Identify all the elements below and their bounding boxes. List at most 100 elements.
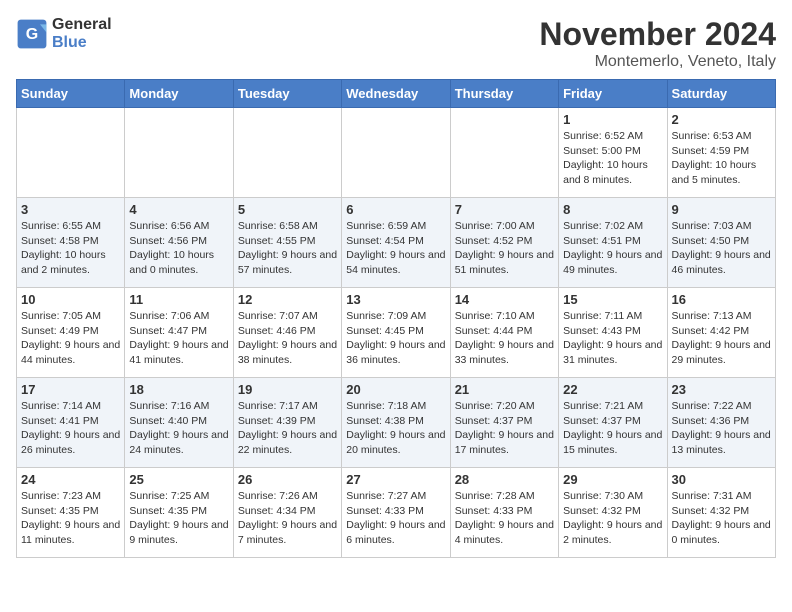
logo-container: G General Blue [16,16,112,52]
day-info: Sunrise: 7:00 AM Sunset: 4:52 PM Dayligh… [455,219,554,278]
day-number: 17 [21,382,120,397]
title-section: November 2024 Montemerlo, Veneto, Italy [539,16,776,71]
header-wednesday: Wednesday [342,80,450,108]
day-number: 3 [21,202,120,217]
day-info: Sunrise: 6:52 AM Sunset: 5:00 PM Dayligh… [563,129,662,188]
week-row-2: 3 Sunrise: 6:55 AM Sunset: 4:58 PM Daylig… [17,198,776,288]
calendar-cell-w3-d3: 12 Sunrise: 7:07 AM Sunset: 4:46 PM Dayli… [233,288,341,378]
calendar-table: SundayMondayTuesdayWednesdayThursdayFrid… [16,79,776,558]
header-tuesday: Tuesday [233,80,341,108]
day-info: Sunrise: 7:05 AM Sunset: 4:49 PM Dayligh… [21,309,120,368]
day-info: Sunrise: 7:28 AM Sunset: 4:33 PM Dayligh… [455,489,554,548]
day-info: Sunrise: 7:17 AM Sunset: 4:39 PM Dayligh… [238,399,337,458]
day-info: Sunrise: 7:07 AM Sunset: 4:46 PM Dayligh… [238,309,337,368]
calendar-cell-w4-d5: 21Sunrise: 7:20 AM Sunset: 4:37 PM Dayli… [450,378,558,468]
day-number: 19 [238,382,337,397]
day-number: 29 [563,472,662,487]
header-saturday: Saturday [667,80,775,108]
calendar-cell-w4-d3: 19 Sunrise: 7:17 AM Sunset: 4:39 PM Dayli… [233,378,341,468]
day-info: Sunrise: 7:22 AM Sunset: 4:36 PM Dayligh… [672,399,771,458]
calendar-cell-w2-d7: 9 Sunrise: 7:03 AM Sunset: 4:50 PM Daylig… [667,198,775,288]
logo-text: General Blue [52,16,112,52]
day-info: Sunrise: 7:14 AM Sunset: 4:41 PM Dayligh… [21,399,120,458]
day-number: 5 [238,202,337,217]
day-info: Sunrise: 7:20 AM Sunset: 4:37 PM Dayligh… [455,399,554,458]
day-info: Sunrise: 7:23 AM Sunset: 4:35 PM Dayligh… [21,489,120,548]
calendar-cell-w5-d6: 29 Sunrise: 7:30 AM Sunset: 4:32 PM Dayli… [559,468,667,558]
weekday-header-row: SundayMondayTuesdayWednesdayThursdayFrid… [17,80,776,108]
day-number: 23 [672,382,771,397]
day-info: Sunrise: 7:16 AM Sunset: 4:40 PM Dayligh… [129,399,228,458]
calendar-cell-w2-d3: 5 Sunrise: 6:58 AM Sunset: 4:55 PM Daylig… [233,198,341,288]
calendar-cell-w3-d7: 16Sunrise: 7:13 AM Sunset: 4:42 PM Dayli… [667,288,775,378]
calendar-cell-w4-d6: 22 Sunrise: 7:21 AM Sunset: 4:37 PM Dayli… [559,378,667,468]
day-info: Sunrise: 7:18 AM Sunset: 4:38 PM Dayligh… [346,399,445,458]
calendar-cell-w3-d2: 11 Sunrise: 7:06 AM Sunset: 4:47 PM Dayli… [125,288,233,378]
day-info: Sunrise: 6:53 AM Sunset: 4:59 PM Dayligh… [672,129,771,188]
day-number: 9 [672,202,771,217]
week-row-3: 10 Sunrise: 7:05 AM Sunset: 4:49 PM Dayli… [17,288,776,378]
day-info: Sunrise: 7:25 AM Sunset: 4:35 PM Dayligh… [129,489,228,548]
day-info: Sunrise: 7:30 AM Sunset: 4:32 PM Dayligh… [563,489,662,548]
day-info: Sunrise: 7:02 AM Sunset: 4:51 PM Dayligh… [563,219,662,278]
day-number: 8 [563,202,662,217]
day-number: 16 [672,292,771,307]
day-number: 20 [346,382,445,397]
calendar-cell-w5-d3: 26 Sunrise: 7:26 AM Sunset: 4:34 PM Dayli… [233,468,341,558]
day-number: 12 [238,292,337,307]
day-info: Sunrise: 7:27 AM Sunset: 4:33 PM Dayligh… [346,489,445,548]
calendar-cell-w5-d5: 28 Sunrise: 7:28 AM Sunset: 4:33 PM Dayli… [450,468,558,558]
day-number: 26 [238,472,337,487]
day-info: Sunrise: 7:09 AM Sunset: 4:45 PM Dayligh… [346,309,445,368]
calendar-cell-w4-d4: 20 Sunrise: 7:18 AM Sunset: 4:38 PM Dayli… [342,378,450,468]
calendar-cell-w4-d7: 23 Sunrise: 7:22 AM Sunset: 4:36 PM Dayli… [667,378,775,468]
calendar-cell-w1-d3 [233,108,341,198]
location-title: Montemerlo, Veneto, Italy [539,53,776,71]
day-info: Sunrise: 6:59 AM Sunset: 4:54 PM Dayligh… [346,219,445,278]
calendar-cell-w5-d7: 30 Sunrise: 7:31 AM Sunset: 4:32 PM Dayli… [667,468,775,558]
calendar-cell-w5-d4: 27 Sunrise: 7:27 AM Sunset: 4:33 PM Dayli… [342,468,450,558]
day-number: 2 [672,112,771,127]
logo-icon: G [16,18,48,50]
day-number: 1 [563,112,662,127]
calendar-cell-w5-d1: 24 Sunrise: 7:23 AM Sunset: 4:35 PM Dayli… [17,468,125,558]
calendar-cell-w2-d1: 3 Sunrise: 6:55 AM Sunset: 4:58 PM Daylig… [17,198,125,288]
day-number: 10 [21,292,120,307]
calendar-cell-w2-d2: 4Sunrise: 6:56 AM Sunset: 4:56 PM Daylig… [125,198,233,288]
calendar-cell-w2-d6: 8 Sunrise: 7:02 AM Sunset: 4:51 PM Daylig… [559,198,667,288]
calendar-cell-w3-d5: 14 Sunrise: 7:10 AM Sunset: 4:44 PM Dayli… [450,288,558,378]
header-monday: Monday [125,80,233,108]
day-number: 25 [129,472,228,487]
day-info: Sunrise: 7:10 AM Sunset: 4:44 PM Dayligh… [455,309,554,368]
calendar-cell-w1-d2 [125,108,233,198]
day-number: 6 [346,202,445,217]
calendar-cell-w1-d1 [17,108,125,198]
day-info: Sunrise: 7:31 AM Sunset: 4:32 PM Dayligh… [672,489,771,548]
month-title: November 2024 [539,16,776,53]
day-number: 22 [563,382,662,397]
day-number: 27 [346,472,445,487]
week-row-4: 17 Sunrise: 7:14 AM Sunset: 4:41 PM Dayli… [17,378,776,468]
day-number: 7 [455,202,554,217]
day-info: Sunrise: 6:55 AM Sunset: 4:58 PM Dayligh… [21,219,120,278]
day-info: Sunrise: 7:03 AM Sunset: 4:50 PM Dayligh… [672,219,771,278]
week-row-1: 1 Sunrise: 6:52 AM Sunset: 5:00 PM Daylig… [17,108,776,198]
calendar-cell-w1-d6: 1 Sunrise: 6:52 AM Sunset: 5:00 PM Daylig… [559,108,667,198]
day-number: 4 [129,202,228,217]
day-number: 14 [455,292,554,307]
calendar-cell-w2-d5: 7 Sunrise: 7:00 AM Sunset: 4:52 PM Daylig… [450,198,558,288]
week-row-5: 24 Sunrise: 7:23 AM Sunset: 4:35 PM Dayli… [17,468,776,558]
day-info: Sunrise: 7:06 AM Sunset: 4:47 PM Dayligh… [129,309,228,368]
day-number: 30 [672,472,771,487]
day-number: 11 [129,292,228,307]
day-info: Sunrise: 7:26 AM Sunset: 4:34 PM Dayligh… [238,489,337,548]
calendar-cell-w1-d7: 2 Sunrise: 6:53 AM Sunset: 4:59 PM Daylig… [667,108,775,198]
calendar-cell-w1-d4 [342,108,450,198]
day-number: 24 [21,472,120,487]
calendar-cell-w1-d5 [450,108,558,198]
day-info: Sunrise: 6:58 AM Sunset: 4:55 PM Dayligh… [238,219,337,278]
calendar-cell-w2-d4: 6 Sunrise: 6:59 AM Sunset: 4:54 PM Daylig… [342,198,450,288]
day-info: Sunrise: 7:21 AM Sunset: 4:37 PM Dayligh… [563,399,662,458]
day-number: 28 [455,472,554,487]
page-header: G General Blue November 2024 Montemerlo,… [16,16,776,71]
